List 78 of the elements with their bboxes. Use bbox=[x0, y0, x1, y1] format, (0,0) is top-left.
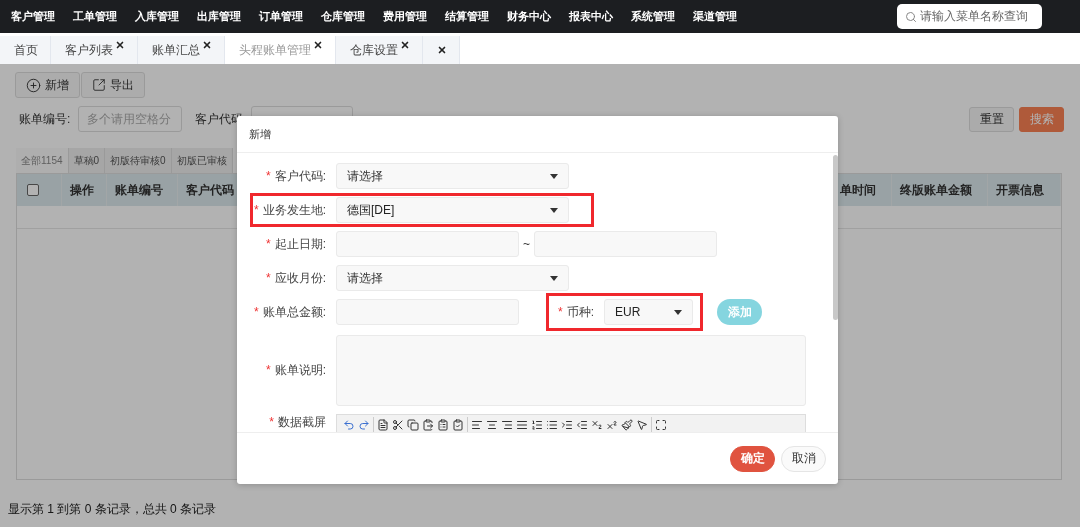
close-icon[interactable] bbox=[115, 40, 125, 50]
document-icon[interactable] bbox=[377, 419, 389, 431]
status-tab[interactable]: 草稿0 bbox=[68, 148, 106, 173]
column-header: 操作 bbox=[62, 174, 107, 206]
close-icon[interactable] bbox=[202, 40, 212, 50]
search-icon bbox=[905, 10, 917, 23]
clipboard-icon[interactable] bbox=[452, 419, 464, 431]
fullscreen-icon[interactable] bbox=[655, 419, 667, 431]
confirm-button[interactable]: 确定 bbox=[730, 445, 775, 472]
field-label: * 数据截屏 bbox=[268, 414, 326, 431]
dialog-title: 新增 bbox=[237, 116, 838, 153]
nav-menu-item[interactable]: 渠道管理 bbox=[693, 9, 755, 24]
range-separator: ~ bbox=[523, 237, 530, 251]
column-header: 开票信息 bbox=[988, 174, 1061, 206]
redo-icon[interactable] bbox=[358, 419, 370, 431]
align-justify-icon[interactable] bbox=[516, 419, 528, 431]
pointer-icon[interactable] bbox=[636, 419, 648, 431]
nav-menu-item[interactable]: 报表中心 bbox=[569, 9, 631, 24]
close-icon[interactable] bbox=[400, 40, 410, 50]
cancel-button[interactable]: 取消 bbox=[781, 445, 826, 472]
caret-icon bbox=[550, 173, 558, 179]
undo-icon[interactable] bbox=[343, 419, 355, 431]
reset-button[interactable]: 重置 bbox=[969, 106, 1014, 132]
nav-menu-item[interactable]: 客户管理 bbox=[11, 9, 73, 24]
nav-menu-item[interactable]: 财务中心 bbox=[507, 9, 569, 24]
select-field[interactable]: 德国[DE] bbox=[336, 197, 569, 223]
status-tab[interactable]: 初版已审核 bbox=[171, 148, 233, 173]
outdent-icon[interactable] bbox=[576, 419, 588, 431]
page-tab[interactable]: 仓库设置 bbox=[336, 36, 423, 64]
field-label: * 起止日期: bbox=[265, 235, 326, 253]
select-field[interactable]: 请选择 bbox=[336, 163, 569, 189]
page-tab[interactable]: 客户列表 bbox=[51, 36, 138, 64]
numbered-list-icon[interactable] bbox=[531, 419, 543, 431]
bullet-list-icon[interactable] bbox=[546, 419, 558, 431]
select-field[interactable]: EUR bbox=[604, 299, 693, 325]
nav-menu-item[interactable]: 系统管理 bbox=[631, 9, 693, 24]
nav-menu-item[interactable]: 费用管理 bbox=[383, 9, 445, 24]
column-header: 终版账单金额 bbox=[892, 174, 988, 206]
menu-search-field[interactable]: 请输入菜单名称查询 bbox=[897, 4, 1042, 29]
select-field[interactable]: 请选择 bbox=[336, 265, 569, 291]
nav-menu-item[interactable]: 工单管理 bbox=[73, 9, 135, 24]
align-center-icon[interactable] bbox=[486, 419, 498, 431]
nav-menu-item[interactable]: 仓库管理 bbox=[321, 9, 383, 24]
caret-icon bbox=[550, 275, 558, 281]
field-label: * 应收月份: bbox=[265, 269, 326, 287]
indent-icon[interactable] bbox=[561, 419, 573, 431]
close-icon[interactable] bbox=[313, 40, 323, 50]
paste-icon[interactable] bbox=[422, 419, 434, 431]
scrollbar[interactable] bbox=[833, 155, 838, 320]
nav-menu-item[interactable]: 订单管理 bbox=[259, 9, 321, 24]
plus-circle-icon bbox=[26, 77, 41, 93]
field-label: * 账单说明: bbox=[265, 362, 326, 379]
cut-icon[interactable] bbox=[392, 419, 404, 431]
nav-menu-item[interactable]: 结算管理 bbox=[445, 9, 507, 24]
column-header: 账单编号 bbox=[107, 174, 178, 206]
filter-label: 账单编号: bbox=[19, 110, 71, 128]
share-icon bbox=[92, 78, 106, 92]
field-label: * 账单总金额: bbox=[253, 303, 326, 321]
copy-icon[interactable] bbox=[407, 419, 419, 431]
align-right-icon[interactable] bbox=[501, 419, 513, 431]
nav-menu-item[interactable]: 出库管理 bbox=[197, 9, 259, 24]
page-tab[interactable]: 首页 bbox=[0, 36, 51, 64]
caret-icon bbox=[674, 309, 682, 315]
align-left-icon[interactable] bbox=[471, 419, 483, 431]
brush-icon[interactable] bbox=[621, 419, 633, 431]
superscript-icon[interactable] bbox=[606, 419, 618, 431]
select-all-checkbox[interactable] bbox=[27, 184, 39, 196]
field-label: * 币种: bbox=[557, 303, 594, 321]
export-button[interactable]: 导出 bbox=[81, 72, 145, 98]
clipboard-icon[interactable] bbox=[437, 419, 449, 431]
close-icon bbox=[437, 45, 447, 55]
page-tab[interactable]: 账单汇总 bbox=[138, 36, 225, 64]
subscript-icon[interactable] bbox=[591, 419, 603, 431]
nav-menu-item[interactable]: 入库管理 bbox=[135, 9, 197, 24]
status-tab[interactable]: 初版待审核0 bbox=[105, 148, 172, 173]
close-all-tab[interactable] bbox=[423, 36, 460, 64]
pagination-info: 显示第 1 到第 0 条记录，总共 0 条记录 bbox=[8, 500, 218, 518]
add-button[interactable]: 新增 bbox=[15, 72, 80, 98]
